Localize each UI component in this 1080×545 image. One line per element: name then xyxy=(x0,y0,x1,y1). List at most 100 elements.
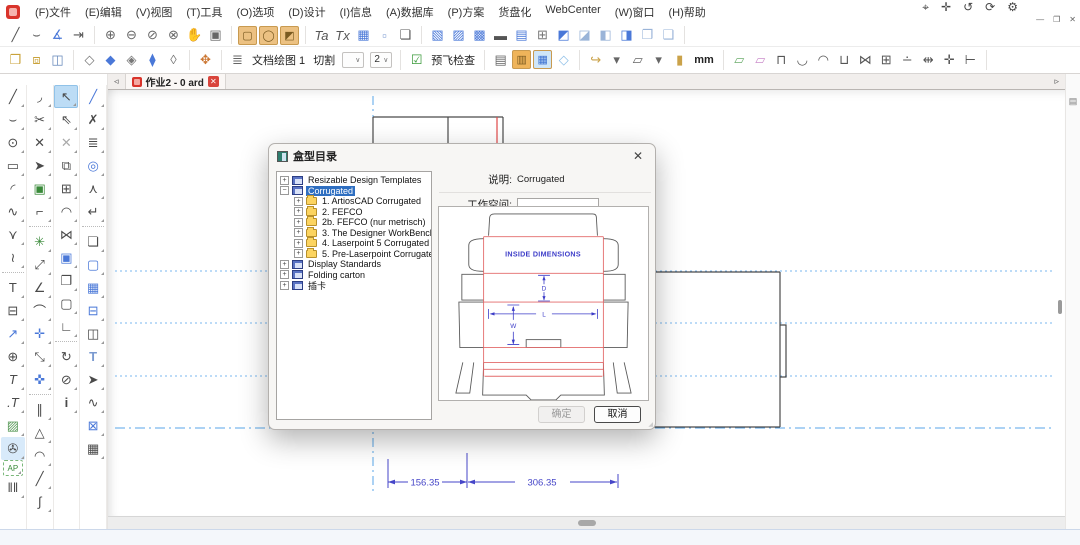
radius-tool-icon[interactable]: ⌒ xyxy=(28,299,52,322)
add-part-icon[interactable]: ▤ xyxy=(512,26,531,45)
target-tool-icon[interactable]: ◎ xyxy=(81,154,105,177)
menu-item[interactable]: (A)数据库 xyxy=(379,0,441,24)
back-icon[interactable]: ❑ xyxy=(659,26,678,45)
tree-item[interactable]: +Resizable Design Templates xyxy=(277,175,431,186)
grid-tool-icon[interactable]: ▦ xyxy=(81,276,105,299)
canvas-vertical-scrollbar[interactable] xyxy=(1058,300,1062,314)
file-icon[interactable]: ❏ xyxy=(396,26,415,45)
zoom-out-icon[interactable]: ⊖ xyxy=(122,26,141,45)
fillet-corner-tool-icon[interactable]: ◠ xyxy=(54,200,78,223)
preflight-icon[interactable]: ☑ xyxy=(407,50,426,69)
zoom-fit-icon[interactable]: ⊗ xyxy=(164,26,183,45)
measure-angle-tool-icon[interactable]: △ xyxy=(28,421,52,444)
sync-standards-icon[interactable]: ✥ xyxy=(196,50,215,69)
measure-dist-tool-icon[interactable]: ╱ xyxy=(28,467,52,490)
swap-image-icon[interactable]: ▩ xyxy=(470,26,489,45)
line-tool-icon[interactable]: ╱ xyxy=(1,85,25,108)
expand-icon[interactable]: + xyxy=(280,281,289,290)
move-point-tool-icon[interactable]: ✛ xyxy=(28,322,52,345)
pan-icon[interactable]: ✋ xyxy=(185,26,204,45)
move-icon[interactable]: ✛ xyxy=(941,0,951,15)
link-bridge-icon[interactable]: ⋈ xyxy=(856,50,875,69)
caret-icon[interactable]: ▾ xyxy=(607,50,626,69)
arrow-tool-icon[interactable]: ↗ xyxy=(1,322,25,345)
screen-icon[interactable]: ▬ xyxy=(491,26,510,45)
attach-tool-icon[interactable]: ✇ xyxy=(1,437,25,460)
expand-icon[interactable]: + xyxy=(294,218,303,227)
trim-icon[interactable]: ⇥ xyxy=(69,26,88,45)
select-tool-icon[interactable]: ↖ xyxy=(54,85,78,108)
split-bridge-icon[interactable]: ⊞ xyxy=(877,50,896,69)
rect-tool-icon[interactable]: ▭ xyxy=(1,154,25,177)
document-tab[interactable]: 作业2 - 0 ard ✕ xyxy=(125,74,226,89)
add-nick2-icon[interactable]: ◠ xyxy=(814,50,833,69)
explode-tool-icon[interactable]: ✳ xyxy=(28,230,52,253)
zoom-window-icon[interactable]: ⊘ xyxy=(143,26,162,45)
counter-square-icon[interactable]: ▢ xyxy=(238,26,257,45)
tree-item[interactable]: +Folding carton xyxy=(277,270,431,281)
fill-rotate-icon[interactable]: ◧ xyxy=(596,26,615,45)
ok-button[interactable]: 确定 xyxy=(538,406,585,423)
measure-line-tool-icon[interactable]: ∥ xyxy=(28,398,52,421)
menu-item[interactable]: (F)文件 xyxy=(28,0,78,24)
group-tool-icon[interactable]: ▢ xyxy=(54,292,78,315)
delete-tool-icon[interactable]: ✕ xyxy=(28,131,52,154)
grid-split-tool-icon[interactable]: ⊟ xyxy=(81,299,105,322)
tab-scroll-left-icon[interactable]: ◃ xyxy=(108,76,125,87)
mini-3d-icon[interactable]: ◊ xyxy=(164,50,183,69)
adjust-tool-icon[interactable]: ✜ xyxy=(28,368,52,391)
scale-tool-icon[interactable]: ⤡ xyxy=(28,345,52,368)
step-tool-icon[interactable]: ⌐ xyxy=(28,200,52,223)
expand-icon[interactable]: + xyxy=(294,207,303,216)
tree-item[interactable]: +2b. FEFCO (nur metrisch) xyxy=(277,217,431,228)
angle-icon[interactable]: ∡ xyxy=(48,26,67,45)
add-nick-icon[interactable]: ◡ xyxy=(793,50,812,69)
board-user-icon[interactable]: ▥ xyxy=(512,50,531,69)
delete-x-tool-icon[interactable]: ✕ xyxy=(54,131,78,154)
tree-item[interactable]: +5. Pre-Laserpoint Corrugated xyxy=(277,249,431,260)
add-image-icon[interactable]: ▧ xyxy=(428,26,447,45)
blue-line-tool-icon[interactable]: ╱ xyxy=(81,85,105,108)
branch-tool-icon[interactable]: ⋎ xyxy=(1,223,25,246)
update-image-icon[interactable]: ▨ xyxy=(449,26,468,45)
tree-item[interactable]: +插卡 xyxy=(277,280,431,291)
sheet-combo[interactable]: 2∨ xyxy=(370,52,392,68)
circle-tool-icon[interactable]: ⊙ xyxy=(1,131,25,154)
cross-cut-tool-icon[interactable]: ✗ xyxy=(81,108,105,131)
menu-item[interactable]: (W)窗口 xyxy=(608,0,662,24)
remove-nick-icon[interactable]: ∸ xyxy=(898,50,917,69)
table-icon[interactable]: ▦ xyxy=(354,26,373,45)
paragraph-tool-icon[interactable]: ⊟ xyxy=(1,299,25,322)
zoom-in-icon[interactable]: ⊕ xyxy=(101,26,120,45)
doc-tool-icon[interactable]: ❏ xyxy=(81,230,105,253)
rotate-tool-icon[interactable]: ↻ xyxy=(54,345,78,368)
menu-item[interactable]: (D)设计 xyxy=(281,0,332,24)
arc-tool-icon[interactable]: ⌣ xyxy=(1,108,25,131)
tree-item[interactable]: +2. FEFCO xyxy=(277,207,431,218)
x-box-tool-icon[interactable]: ⊠ xyxy=(81,414,105,437)
multi-select-tool-icon[interactable]: ⇖ xyxy=(54,108,78,131)
expand-icon[interactable]: + xyxy=(294,239,303,248)
panel-tool-icon[interactable]: ▢ xyxy=(81,253,105,276)
corner-tool-icon[interactable]: ◞ xyxy=(28,85,52,108)
text-3d-tool-icon[interactable]: T xyxy=(81,345,105,368)
small-text-tool-icon[interactable]: .T xyxy=(1,391,25,414)
counter-grid-tool-icon[interactable]: ▦ xyxy=(81,437,105,460)
box-3d-tool-icon[interactable]: ▣ xyxy=(54,246,78,269)
dialog-titlebar[interactable]: 盒型目录 ✕ xyxy=(269,144,655,168)
front-icon[interactable]: ❐ xyxy=(638,26,657,45)
stretch-tool-icon[interactable]: ⤢ xyxy=(28,253,52,276)
hook-tool-icon[interactable]: ↵ xyxy=(81,200,105,223)
ap-tool-icon[interactable]: AP xyxy=(3,460,23,476)
import-icon[interactable]: ⧈ xyxy=(27,50,46,69)
mirror-tool-icon[interactable]: ⋈ xyxy=(54,223,78,246)
layers-tool-icon[interactable]: ⧉ xyxy=(54,154,78,177)
board-icon[interactable]: ▤ xyxy=(491,50,510,69)
horizontal-scrollbar[interactable] xyxy=(108,516,1065,529)
perforation-tool-icon[interactable]: ≣ xyxy=(81,131,105,154)
move-3d-icon[interactable]: ⧫ xyxy=(143,50,162,69)
menu-item[interactable]: WebCenter xyxy=(538,0,607,24)
barcode-tool-icon[interactable]: ‖‖ xyxy=(1,476,25,499)
fill-light-icon[interactable]: ◪ xyxy=(575,26,594,45)
layout-grid-icon[interactable]: ▦ xyxy=(533,50,552,69)
